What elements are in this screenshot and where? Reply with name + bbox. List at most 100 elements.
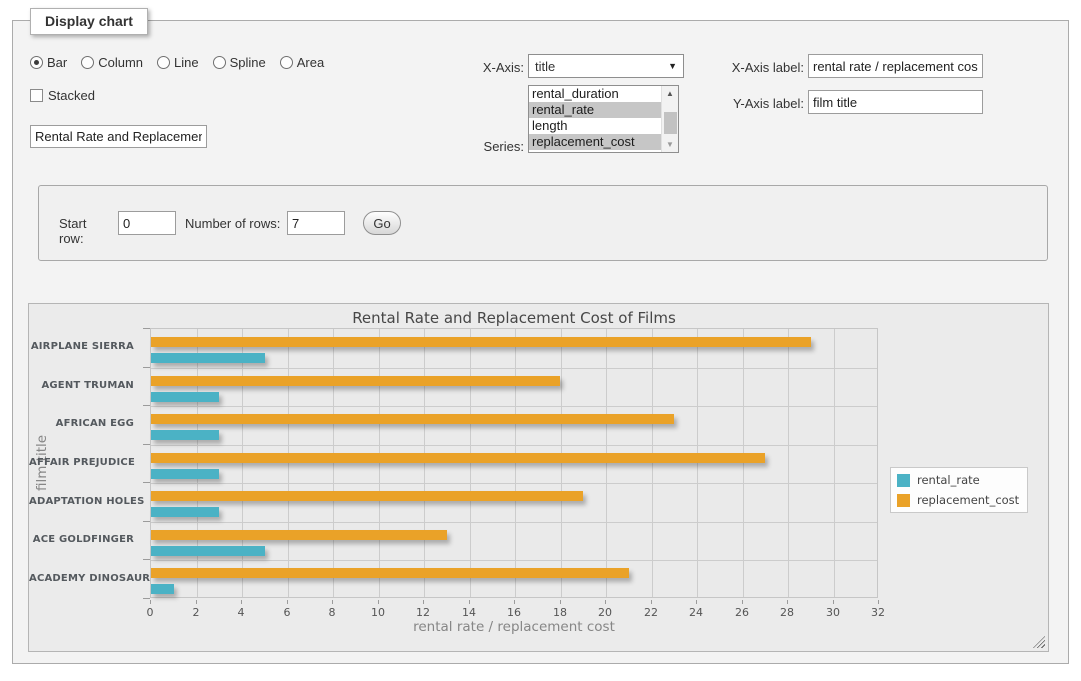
legend-label: replacement_cost [917,493,1019,507]
legend-label: rental_rate [917,473,980,487]
rows-panel: Start row: Number of rows: Go [38,185,1048,261]
stacked-checkbox[interactable] [30,89,43,102]
series-option-rental_rate[interactable]: rental_rate [529,102,661,118]
gridline-horizontal [151,522,877,523]
gridline-vertical [197,329,198,597]
bar-replacement_cost [151,453,765,463]
x-tick-label: 20 [590,606,620,619]
page: Display chart BarColumnLineSplineArea St… [0,0,1081,681]
category-label: AFFAIR PREJUDICE [29,457,142,468]
gridline-vertical [333,329,334,597]
x-axis-label-input[interactable] [808,54,983,78]
x-tick-label: 26 [727,606,757,619]
gridline-vertical [697,329,698,597]
series-listbox[interactable]: rental_durationrental_ratelengthreplacem… [528,85,679,153]
x-tick-mark [833,600,834,604]
scroll-down-icon[interactable]: ▼ [662,137,678,152]
x-tick-mark [605,600,606,604]
series-option-replacement_cost[interactable]: replacement_cost [529,134,661,150]
series-list-label: Series: [454,139,524,154]
go-button[interactable]: Go [363,211,401,235]
legend-swatch-icon [897,494,910,507]
x-tick-mark [196,600,197,604]
y-tick-mark [143,482,150,483]
bar-replacement_cost [151,337,811,347]
x-tick-label: 2 [181,606,211,619]
x-tick-mark [787,600,788,604]
bar-rental_rate [151,584,174,594]
x-tick-label: 12 [408,606,438,619]
x-tick-mark [241,600,242,604]
number-of-rows-input[interactable] [287,211,345,235]
bar-rental_rate [151,392,219,402]
x-tick-label: 28 [772,606,802,619]
scroll-up-icon[interactable]: ▲ [662,86,678,101]
gridline-vertical [288,329,289,597]
chart-type-radio-group: Bar Column Line Spline Area [30,55,332,70]
y-tick-mark [143,444,150,445]
y-tick-mark [143,559,150,560]
bar-rental_rate [151,507,219,517]
resize-handle-icon[interactable] [1033,636,1045,648]
radio-label: Bar [47,55,67,70]
gridline-vertical [515,329,516,597]
gridline-vertical [470,329,471,597]
x-tick-mark [332,600,333,604]
radio-column[interactable] [81,56,94,69]
gridline-horizontal [151,368,877,369]
x-axis-title: rental rate / replacement cost [150,619,878,635]
chart-title-input[interactable] [30,125,207,148]
x-axis-select[interactable]: title ▼ [528,54,684,78]
gridline-horizontal [151,483,877,484]
start-row-input[interactable] [118,211,176,235]
x-tick-mark [560,600,561,604]
gridline-vertical [652,329,653,597]
bar-rental_rate [151,546,265,556]
bar-rental_rate [151,469,219,479]
bar-replacement_cost [151,530,447,540]
y-tick-mark [143,598,150,599]
scrollbar-thumb[interactable] [664,112,677,134]
x-tick-mark [651,600,652,604]
bar-replacement_cost [151,491,583,501]
chart-legend: rental_rate replacement_cost [890,467,1028,513]
series-options: rental_durationrental_ratelengthreplacem… [529,86,661,152]
x-tick-mark [150,600,151,604]
series-list-scrollbar[interactable]: ▲ ▼ [661,86,678,152]
gridline-horizontal [151,445,877,446]
chart-type-option-bar[interactable]: Bar [30,55,67,70]
number-of-rows-label: Number of rows: [185,216,283,231]
stacked-checkbox-row: Stacked [30,88,95,103]
bar-rental_rate [151,353,265,363]
category-label: ADAPTATION HOLES [29,496,142,507]
radio-label: Column [98,55,143,70]
radio-area[interactable] [280,56,293,69]
gridline-vertical [379,329,380,597]
radio-spline[interactable] [213,56,226,69]
y-axis-label-input[interactable] [808,90,983,114]
chart-type-option-column[interactable]: Column [81,55,143,70]
radio-line[interactable] [157,56,170,69]
x-tick-label: 10 [363,606,393,619]
gridline-vertical [743,329,744,597]
chevron-down-icon: ▼ [668,61,677,71]
gridline-vertical [834,329,835,597]
x-axis-label-field-label: X-Axis label: [718,60,804,75]
chart-type-option-spline[interactable]: Spline [213,55,266,70]
bar-replacement_cost [151,376,560,386]
x-tick-label: 0 [135,606,165,619]
y-axis-label-field-label: Y-Axis label: [718,96,804,111]
category-label: AIRPLANE SIERRA [29,341,142,352]
series-option-rental_duration[interactable]: rental_duration [529,86,661,102]
x-tick-label: 8 [317,606,347,619]
chart-type-option-line[interactable]: Line [157,55,199,70]
y-tick-mark [143,328,150,329]
chart-type-option-area[interactable]: Area [280,55,324,70]
x-tick-label: 22 [636,606,666,619]
chart-container: Rental Rate and Replacement Cost of Film… [28,303,1049,652]
bar-replacement_cost [151,568,629,578]
radio-bar[interactable] [30,56,43,69]
category-label: ACE GOLDFINGER [29,534,142,545]
series-option-length[interactable]: length [529,118,661,134]
category-label: AGENT TRUMAN [29,380,142,391]
